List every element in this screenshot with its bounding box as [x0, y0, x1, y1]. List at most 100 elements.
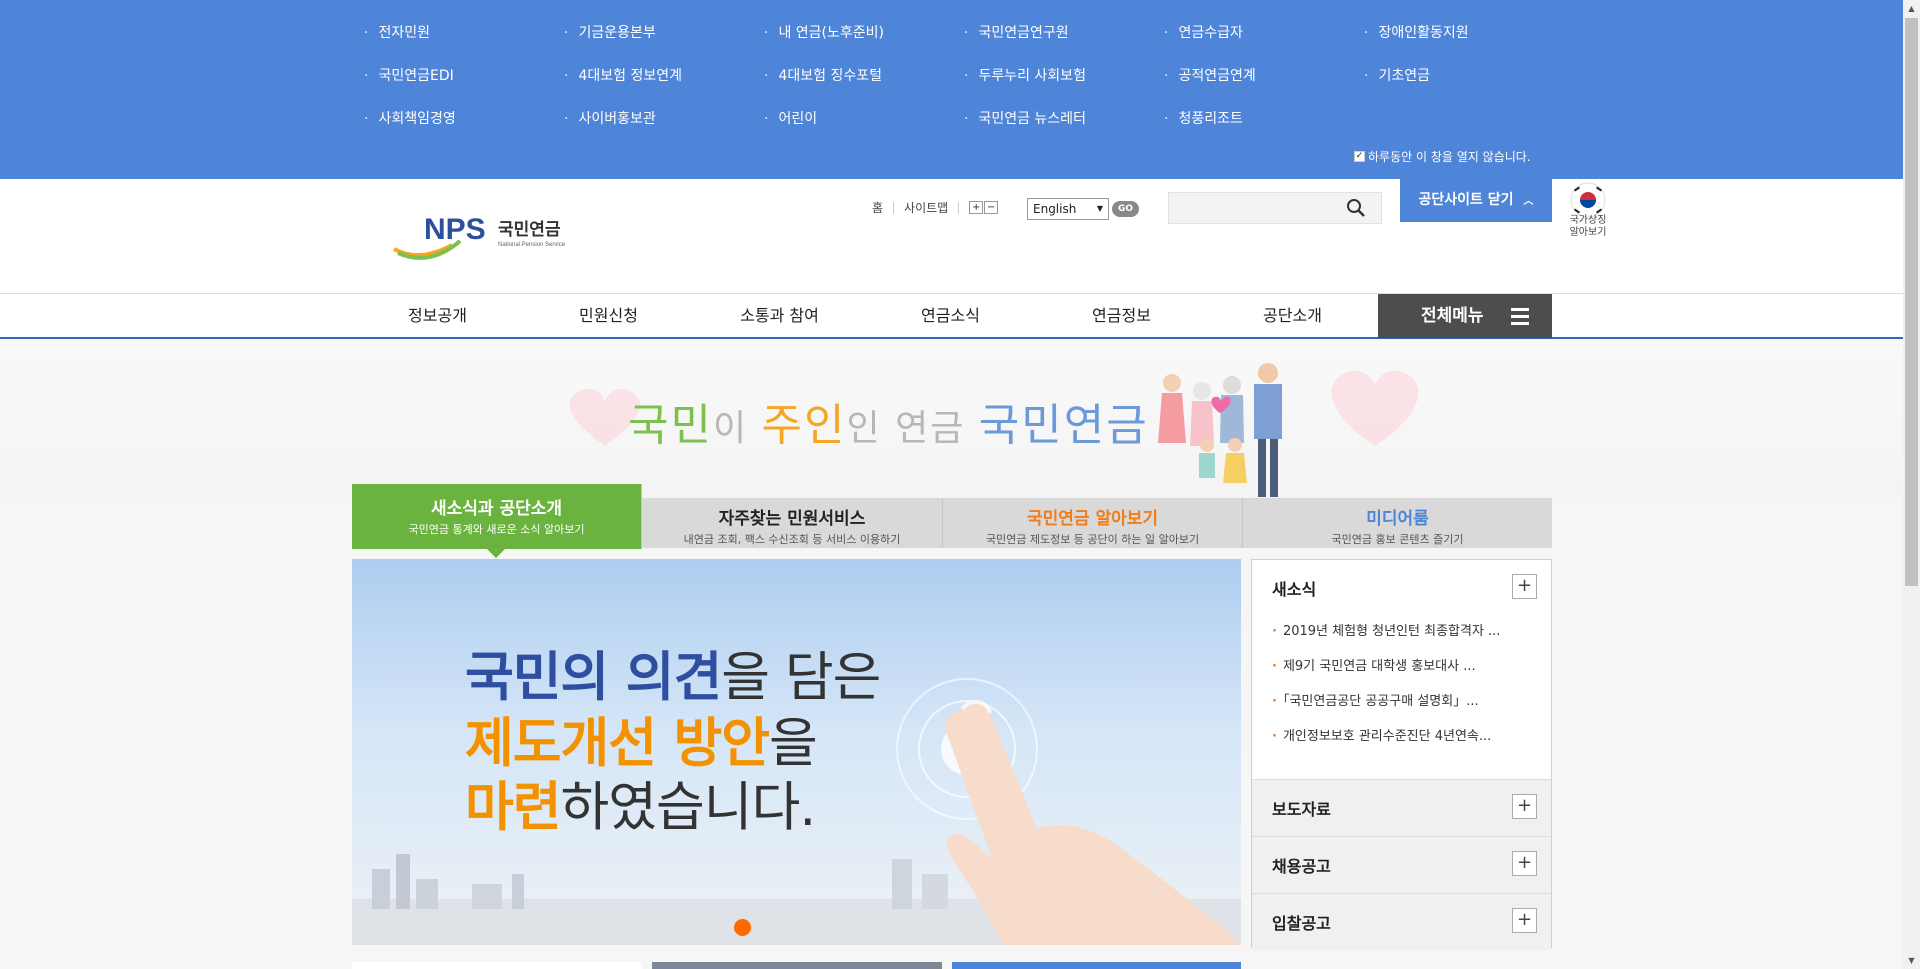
- bid-notice-label: 입찰공고: [1272, 914, 1331, 933]
- recruitment-section[interactable]: 채용공고 +: [1252, 836, 1551, 893]
- bid-more-button[interactable]: +: [1512, 908, 1537, 933]
- nav-item[interactable]: 연금소식: [865, 294, 1036, 337]
- news-item[interactable]: 개인정보보호 관리수준진단 4년연속...: [1272, 725, 1517, 760]
- zoom-out-button[interactable]: −: [984, 201, 999, 214]
- press-release-label: 보도자료: [1272, 800, 1331, 819]
- tab-title: 자주찾는 민원서비스: [718, 509, 866, 529]
- scrollbar-thumb[interactable]: [1905, 18, 1918, 586]
- news-item[interactable]: 2019년 체험형 청년인턴 최종합격자 ...: [1272, 620, 1517, 655]
- slogan-banner: 국민이 주인인 연금 국민연금: [0, 341, 1903, 498]
- heart-decoration-icon: [1331, 370, 1419, 446]
- no-show-today[interactable]: ✓ 하루동안 이 창을 열지 않습니다.: [1354, 148, 1531, 165]
- national-flag-icon[interactable]: [1570, 182, 1606, 218]
- all-menu-button[interactable]: 전체메뉴: [1378, 294, 1552, 338]
- nav-item[interactable]: 연금정보: [1036, 294, 1207, 337]
- visual-headline-1: 국민의 의견을 담은: [465, 635, 881, 711]
- zoom-in-button[interactable]: +: [969, 201, 984, 214]
- chevron-down-icon: ▼: [1096, 204, 1103, 213]
- search-icon[interactable]: [1346, 198, 1366, 218]
- nav-item[interactable]: 민원신청: [523, 294, 694, 337]
- logo-kor: 국민연금: [498, 220, 561, 239]
- visual-headline-3: 마련하였습니다.: [465, 765, 817, 841]
- nps-logo[interactable]: NPS 국민연금 National Pension Service: [390, 205, 590, 261]
- tab-subtitle: 내연금 조회, 팩스 수신조회 등 서비스 이용하기: [683, 533, 901, 546]
- news-item[interactable]: 「국민연금공단 공공구매 설명회」...: [1272, 690, 1517, 725]
- home-link[interactable]: 홈: [872, 199, 883, 216]
- family-site-link[interactable]: 공적연금연계: [1164, 65, 1364, 88]
- divider: [958, 201, 960, 214]
- tab-civil-services[interactable]: 자주찾는 민원서비스 내연금 조회, 팩스 수신조회 등 서비스 이용하기: [642, 498, 943, 548]
- tab-subtitle: 국민연금 제도정보 등 공단이 하는 일 알아보기: [985, 533, 1200, 546]
- bottom-banner-3[interactable]: [952, 962, 1241, 969]
- all-menu-label: 전체메뉴: [1421, 306, 1484, 326]
- headline-strong: 마련: [465, 777, 562, 838]
- family-site-link[interactable]: 연금수급자: [1164, 22, 1364, 45]
- tab-subtitle: 국민연금 통계와 새로운 소식 알아보기: [408, 523, 585, 536]
- recruitment-label: 채용공고: [1272, 857, 1331, 876]
- main-navigation: 정보공개 민원신청 소통과 참여 연금소식 연금정보 공단소개 전체메뉴: [0, 293, 1903, 339]
- go-button[interactable]: GO: [1112, 201, 1139, 217]
- language-value: English: [1033, 202, 1077, 216]
- family-site-link[interactable]: 두루누리 사회보험: [964, 65, 1164, 88]
- flag-label-2: 알아보기: [1569, 227, 1607, 238]
- nav-item[interactable]: 정보공개: [352, 294, 523, 337]
- family-site-link[interactable]: 기초연금: [1364, 65, 1564, 88]
- family-site-link[interactable]: 국민연금 뉴스레터: [964, 108, 1164, 131]
- news-more-button[interactable]: +: [1512, 574, 1537, 599]
- recruitment-more-button[interactable]: +: [1512, 851, 1537, 876]
- slogan-part: 이: [712, 408, 762, 449]
- family-site-link[interactable]: 기금운용본부: [564, 22, 764, 45]
- slogan-part: 주인: [761, 400, 847, 451]
- bid-notice-section[interactable]: 입찰공고 +: [1252, 893, 1551, 950]
- bottom-banner-1[interactable]: [352, 962, 642, 969]
- family-site-link[interactable]: 국민연금연구원: [964, 22, 1164, 45]
- nav-item[interactable]: 소통과 참여: [694, 294, 865, 337]
- site-header: NPS 국민연금 National Pension Service 홈 사이트맵…: [0, 179, 1903, 293]
- main-visual-slide[interactable]: 국민의 의견을 담은 제도개선 방안을 마련하였습니다.: [352, 559, 1241, 945]
- family-site-link[interactable]: 4대보험 징수포털: [764, 65, 964, 88]
- utility-links: 홈 사이트맵 + −: [872, 199, 999, 216]
- tab-media-room[interactable]: 미디어룸 국민연금 홍보 콘텐츠 즐기기: [1243, 498, 1552, 548]
- tab-title: 국민연금 알아보기: [1026, 509, 1159, 529]
- nav-item[interactable]: 공단소개: [1207, 294, 1378, 337]
- close-sites-button[interactable]: 공단사이트 닫기 ︿: [1400, 179, 1552, 222]
- hamburger-icon: [1511, 308, 1529, 325]
- family-site-link[interactable]: 사회책임경영: [364, 108, 564, 131]
- family-site-link[interactable]: 청풍리조트: [1164, 108, 1364, 131]
- family-sites-panel: 전자민원기금운용본부내 연금(노후준비)국민연금연구원연금수급자장애인활동지원국…: [0, 0, 1903, 179]
- tab-news-intro[interactable]: 새소식과 공단소개 국민연금 통계와 새로운 소식 알아보기: [352, 484, 642, 558]
- press-more-button[interactable]: +: [1512, 794, 1537, 819]
- family-sites-list: 전자민원기금운용본부내 연금(노후준비)국민연금연구원연금수급자장애인활동지원국…: [364, 22, 1564, 131]
- divider: [893, 201, 895, 214]
- family-site-link[interactable]: 4대보험 정보연계: [564, 65, 764, 88]
- bottom-banner-2[interactable]: [652, 962, 942, 969]
- nav-items: 정보공개 민원신청 소통과 참여 연금소식 연금정보 공단소개: [352, 294, 1378, 337]
- news-panel: 새소식 + 2019년 체험형 청년인턴 최종합격자 ...제9기 국민연금 대…: [1251, 559, 1552, 950]
- scroll-down-icon[interactable]: ▼: [1903, 952, 1920, 969]
- logo-eng: National Pension Service: [498, 242, 566, 248]
- headline-strong: 국민의 의견: [465, 647, 722, 708]
- family-site-link[interactable]: 전자민원: [364, 22, 564, 45]
- slogan-text: 국민이 주인인 연금 국민연금: [628, 389, 1149, 453]
- slide-indicator-dot[interactable]: [734, 919, 751, 936]
- language-select[interactable]: English ▼: [1027, 198, 1109, 220]
- tab-about-pension[interactable]: 국민연금 알아보기 국민연금 제도정보 등 공단이 하는 일 알아보기: [943, 498, 1243, 548]
- news-item[interactable]: 제9기 국민연금 대학생 홍보대사 ...: [1272, 655, 1517, 690]
- family-site-link[interactable]: 내 연금(노후준비): [764, 22, 964, 45]
- national-symbol-link[interactable]: 국가상징 알아보기: [1556, 215, 1620, 239]
- headline-light: 을 담은: [721, 647, 881, 708]
- no-show-checkbox[interactable]: ✓: [1354, 151, 1365, 162]
- press-release-section[interactable]: 보도자료 +: [1252, 779, 1551, 836]
- family-site-link[interactable]: 사이버홍보관: [564, 108, 764, 131]
- vertical-scrollbar[interactable]: ▲ ▼: [1903, 0, 1920, 969]
- flag-label-1: 국가상징: [1569, 215, 1607, 226]
- family-site-link[interactable]: 국민연금EDI: [364, 65, 564, 88]
- family-site-link[interactable]: 장애인활동지원: [1364, 22, 1564, 45]
- scroll-up-icon[interactable]: ▲: [1903, 0, 1920, 17]
- family-site-link[interactable]: 어린이: [764, 108, 964, 131]
- close-sites-label: 공단사이트 닫기: [1418, 192, 1514, 208]
- headline-light: 하였습니다.: [560, 777, 817, 838]
- tab-title: 미디어룸: [1366, 509, 1429, 529]
- chevron-up-icon: ︿: [1523, 196, 1534, 207]
- sitemap-link[interactable]: 사이트맵: [904, 199, 948, 216]
